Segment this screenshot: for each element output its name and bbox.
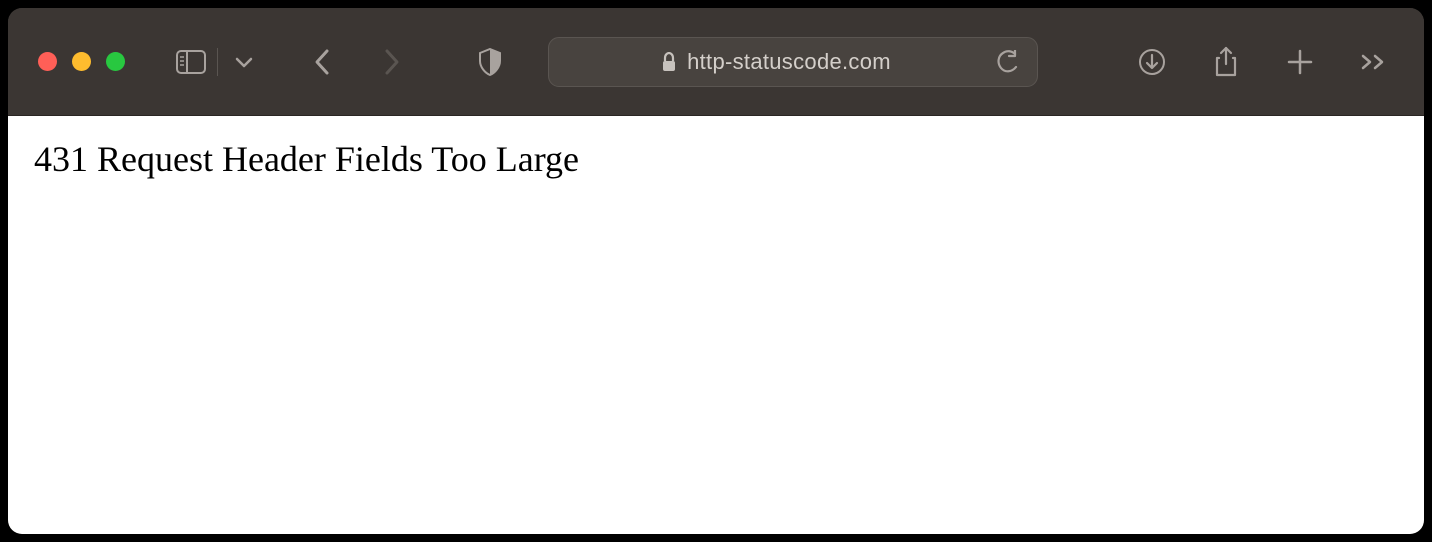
address-bar[interactable]: http-statuscode.com [548, 37, 1038, 87]
address-content: http-statuscode.com [567, 49, 985, 75]
reload-button[interactable] [997, 50, 1019, 74]
share-icon [1214, 46, 1238, 78]
back-button[interactable] [302, 42, 342, 82]
window-controls [38, 52, 125, 71]
chevron-right-icon [383, 47, 401, 77]
close-window-button[interactable] [38, 52, 57, 71]
toolbar-actions-right [1132, 42, 1394, 82]
share-button[interactable] [1206, 42, 1246, 82]
maximize-window-button[interactable] [106, 52, 125, 71]
plus-icon [1287, 49, 1313, 75]
lock-icon [661, 52, 677, 72]
minimize-window-button[interactable] [72, 52, 91, 71]
page-content: 431 Request Header Fields Too Large [8, 116, 1424, 534]
page-body-text: 431 Request Header Fields Too Large [34, 138, 1398, 180]
browser-toolbar: http-statuscode.com [8, 8, 1424, 116]
url-text: http-statuscode.com [687, 49, 891, 75]
toolbar-divider [217, 48, 218, 76]
browser-window: http-statuscode.com [8, 8, 1424, 534]
sidebar-toggle-button[interactable] [171, 42, 211, 82]
sidebar-controls [171, 42, 264, 82]
reload-icon [997, 50, 1019, 74]
downloads-button[interactable] [1132, 42, 1172, 82]
shield-icon [478, 48, 502, 76]
navigation-controls [302, 42, 412, 82]
chevron-left-icon [313, 47, 331, 77]
sidebar-icon [176, 50, 206, 74]
chevron-down-icon [235, 56, 253, 68]
overflow-menu-button[interactable] [1354, 42, 1394, 82]
download-icon [1138, 48, 1166, 76]
chevrons-right-icon [1360, 53, 1388, 71]
privacy-report-button[interactable] [470, 42, 510, 82]
forward-button[interactable] [372, 42, 412, 82]
new-tab-button[interactable] [1280, 42, 1320, 82]
tab-group-dropdown-button[interactable] [224, 42, 264, 82]
